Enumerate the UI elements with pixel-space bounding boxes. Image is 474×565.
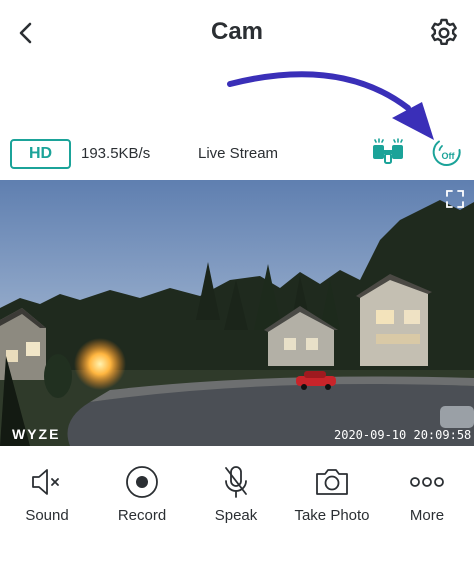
settings-button[interactable] xyxy=(428,17,460,49)
more-dots-icon xyxy=(410,477,444,487)
live-video-feed[interactable]: WYZE 2020-09-10 20:09:58 xyxy=(0,180,474,446)
camera-icon xyxy=(316,469,348,495)
motion-detection-label: Off xyxy=(442,151,456,161)
more-button[interactable]: More xyxy=(382,458,472,534)
live-stream-label: Live Stream xyxy=(198,145,279,162)
take-photo-label: Take Photo xyxy=(294,507,370,524)
record-label: Record xyxy=(117,507,167,524)
motion-detection-icon: Off xyxy=(432,140,461,166)
record-button[interactable]: Record xyxy=(97,458,187,534)
video-timestamp: 2020-09-10 20:09:58 xyxy=(334,428,472,442)
sound-button[interactable]: Sound xyxy=(2,458,92,534)
sound-label: Sound xyxy=(25,507,69,524)
page-title: Cam xyxy=(210,18,264,45)
floodlight-button[interactable] xyxy=(370,138,406,170)
video-scene xyxy=(0,180,474,446)
floodlight-icon xyxy=(373,138,403,164)
record-icon xyxy=(126,466,158,498)
control-bar: Sound Record Speak Take Photo More xyxy=(0,458,474,538)
fullscreen-button[interactable] xyxy=(444,188,466,210)
gear-icon xyxy=(431,18,457,45)
more-label: More xyxy=(409,507,445,524)
speak-label: Speak xyxy=(214,507,258,524)
status-bar: HD 193.5KB/s Live Stream Off xyxy=(0,134,474,174)
speaker-muted-icon xyxy=(32,469,59,495)
speak-button[interactable]: Speak xyxy=(191,458,281,534)
fullscreen-icon xyxy=(446,190,464,208)
take-photo-button[interactable]: Take Photo xyxy=(287,458,377,534)
motion-detection-off-button[interactable]: Off xyxy=(430,137,464,171)
microphone-muted-icon xyxy=(225,466,247,498)
header: Cam xyxy=(0,0,474,70)
wyze-watermark: WYZE xyxy=(12,426,61,442)
hd-quality-button[interactable]: HD xyxy=(10,139,71,169)
bitrate-readout: 193.5KB/s xyxy=(81,145,151,162)
